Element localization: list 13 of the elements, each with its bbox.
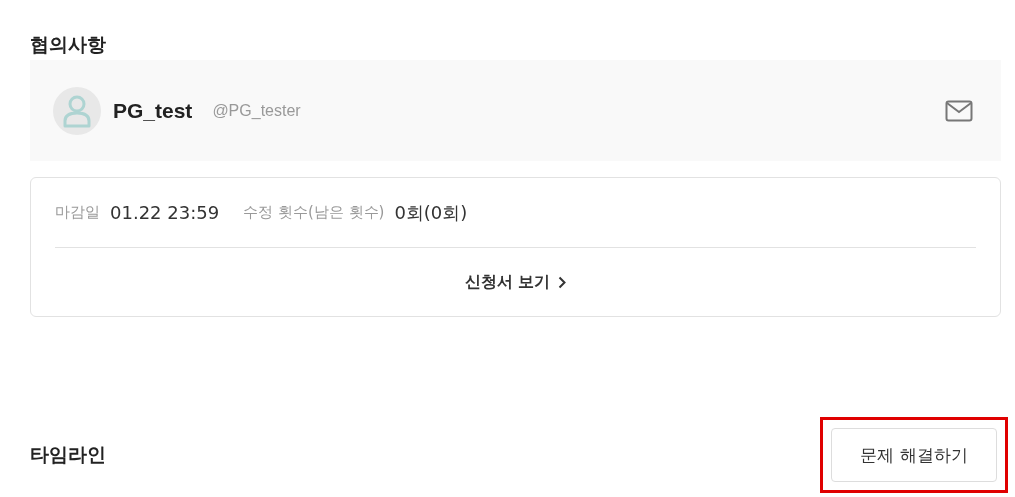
avatar-icon: [53, 86, 101, 135]
view-application-link[interactable]: 신청서 보기: [464, 271, 567, 293]
section-title: 타임라인: [30, 442, 106, 467]
mail-icon[interactable]: [945, 99, 973, 122]
user-name: PG_test: [113, 98, 193, 123]
detail-label: 마감일: [55, 203, 100, 222]
detail-label: 수정 횟수(남은 횟수): [243, 203, 385, 222]
chevron-icon: [558, 275, 567, 289]
resolve-issue-button[interactable]: 문제 해결하기: [831, 428, 997, 482]
user-handle: @PG_tester: [212, 101, 301, 120]
section-title: 협의사항: [30, 32, 107, 57]
detail-value: 01.22 23:59: [110, 202, 220, 223]
detail-value: 0회(0회): [394, 200, 468, 225]
